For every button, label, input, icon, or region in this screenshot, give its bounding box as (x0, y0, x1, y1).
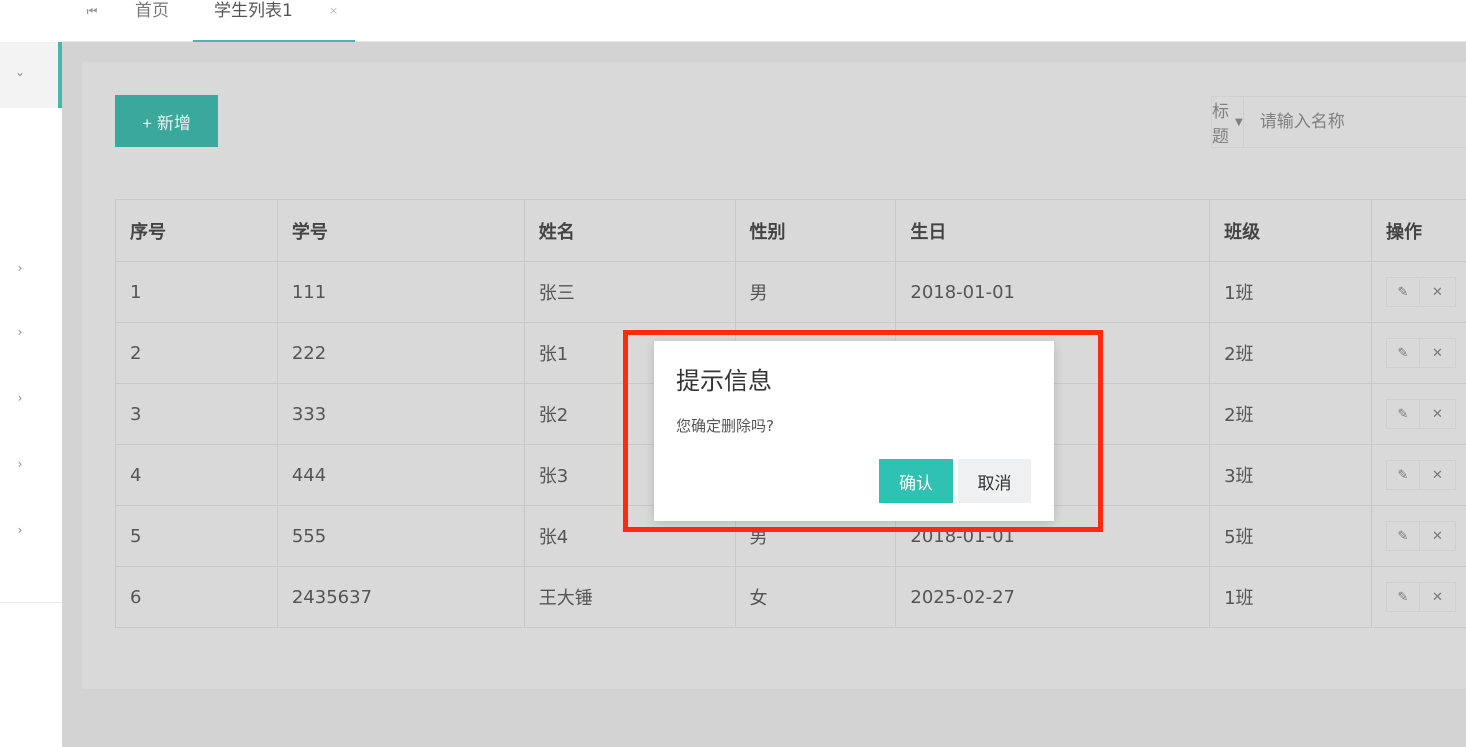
cell-birthday: 2018-01-01 (895, 261, 1211, 323)
cancel-button[interactable]: 取消 (958, 459, 1031, 503)
delete-icon[interactable]: ✕ (1419, 460, 1456, 490)
search-field-select[interactable]: 标题 ▼ (1212, 97, 1244, 147)
search-select-label: 标题 (1212, 102, 1229, 147)
dialog-message: 您确定删除吗? (676, 417, 774, 435)
edit-icon[interactable]: ✎ (1385, 521, 1420, 551)
cell-name: 王大锤 (523, 566, 736, 628)
delete-icon[interactable]: ✕ (1419, 582, 1456, 612)
edit-icon[interactable]: ✎ (1385, 582, 1420, 612)
cell-index: 6 (115, 566, 278, 628)
cell-gender: 男 (734, 261, 897, 323)
sidebar: ⌄ › › › › › (0, 0, 62, 747)
dialog-title: 提示信息 (676, 367, 772, 395)
cell-actions: ✎ ✕ (1370, 322, 1466, 384)
edit-icon[interactable]: ✎ (1385, 338, 1420, 368)
chevron-right-icon[interactable]: › (12, 324, 28, 340)
cell-name: 张三 (523, 261, 736, 323)
cell-student-id: 222 (276, 322, 525, 384)
cell-birthday: 2025-02-27 (895, 566, 1211, 628)
cell-class: 5班 (1209, 505, 1372, 567)
edit-icon[interactable]: ✎ (1385, 460, 1420, 490)
table-header-row: 序号 学号 姓名 性别 生日 班级 操作 (115, 199, 1466, 262)
app: ⌄ › › › › › ⏮ 首页 学生列表1 × + 新增 标题 ▼ 序号 (0, 0, 1466, 747)
cell-index: 1 (115, 261, 278, 323)
edit-icon[interactable]: ✎ (1385, 277, 1420, 307)
delete-icon[interactable]: ✕ (1419, 399, 1456, 429)
cell-student-id: 2435637 (276, 566, 525, 628)
table-row: 1 111 张三 男 2018-01-01 1班 ✎ ✕ (115, 261, 1466, 323)
cell-index: 3 (115, 383, 278, 445)
header-student-id: 学号 (276, 199, 525, 262)
cell-class: 3班 (1209, 444, 1372, 506)
cell-actions: ✎ ✕ (1370, 566, 1466, 628)
sidebar-divider (0, 602, 62, 603)
tab-home[interactable]: 首页 (135, 0, 169, 42)
header-gender: 性别 (734, 199, 897, 262)
cell-student-id: 444 (276, 444, 525, 506)
close-icon[interactable]: × (329, 4, 338, 17)
confirm-dialog: 提示信息 您确定删除吗? 确认 取消 (654, 341, 1054, 521)
header-index: 序号 (115, 199, 278, 262)
cell-class: 1班 (1209, 566, 1372, 628)
table-row: 6 2435637 王大锤 女 2025-02-27 1班 ✎ ✕ (115, 566, 1466, 628)
chevron-right-icon[interactable]: › (12, 456, 28, 472)
cell-gender: 女 (734, 566, 897, 628)
confirm-button[interactable]: 确认 (879, 459, 953, 503)
cell-actions: ✎ ✕ (1370, 444, 1466, 506)
header-birthday: 生日 (895, 199, 1211, 262)
cell-student-id: 111 (276, 261, 525, 323)
cell-index: 4 (115, 444, 278, 506)
caret-down-icon: ▼ (1235, 116, 1243, 128)
search-input[interactable] (1243, 97, 1466, 147)
header-class: 班级 (1209, 199, 1372, 262)
delete-icon[interactable]: ✕ (1419, 338, 1456, 368)
cell-student-id: 333 (276, 383, 525, 445)
skip-first-icon[interactable]: ⏮ (80, 0, 104, 42)
header-name: 姓名 (523, 199, 736, 262)
header-actions: 操作 (1370, 199, 1466, 262)
cell-class: 2班 (1209, 383, 1372, 445)
chevron-down-icon[interactable]: ⌄ (12, 64, 28, 80)
chevron-right-icon[interactable]: › (12, 260, 28, 276)
cell-actions: ✎ ✕ (1370, 383, 1466, 445)
cell-student-id: 555 (276, 505, 525, 567)
edit-icon[interactable]: ✎ (1385, 399, 1420, 429)
delete-icon[interactable]: ✕ (1419, 521, 1456, 551)
sidebar-active-item[interactable] (0, 42, 62, 108)
delete-icon[interactable]: ✕ (1419, 277, 1456, 307)
chevron-right-icon[interactable]: › (12, 390, 28, 406)
tab-bar: ⏮ 首页 学生列表1 × (62, 0, 1466, 42)
cell-index: 2 (115, 322, 278, 384)
cell-actions: ✎ ✕ (1370, 261, 1466, 323)
chevron-right-icon[interactable]: › (12, 522, 28, 538)
cell-actions: ✎ ✕ (1370, 505, 1466, 567)
cell-index: 5 (115, 505, 278, 567)
tab-student-list[interactable]: 学生列表1 (214, 0, 293, 42)
add-button-label: + 新增 (142, 113, 191, 133)
search-group: 标题 ▼ (1211, 96, 1466, 148)
cell-class: 1班 (1209, 261, 1372, 323)
add-button[interactable]: + 新增 (115, 95, 218, 147)
cell-class: 2班 (1209, 322, 1372, 384)
